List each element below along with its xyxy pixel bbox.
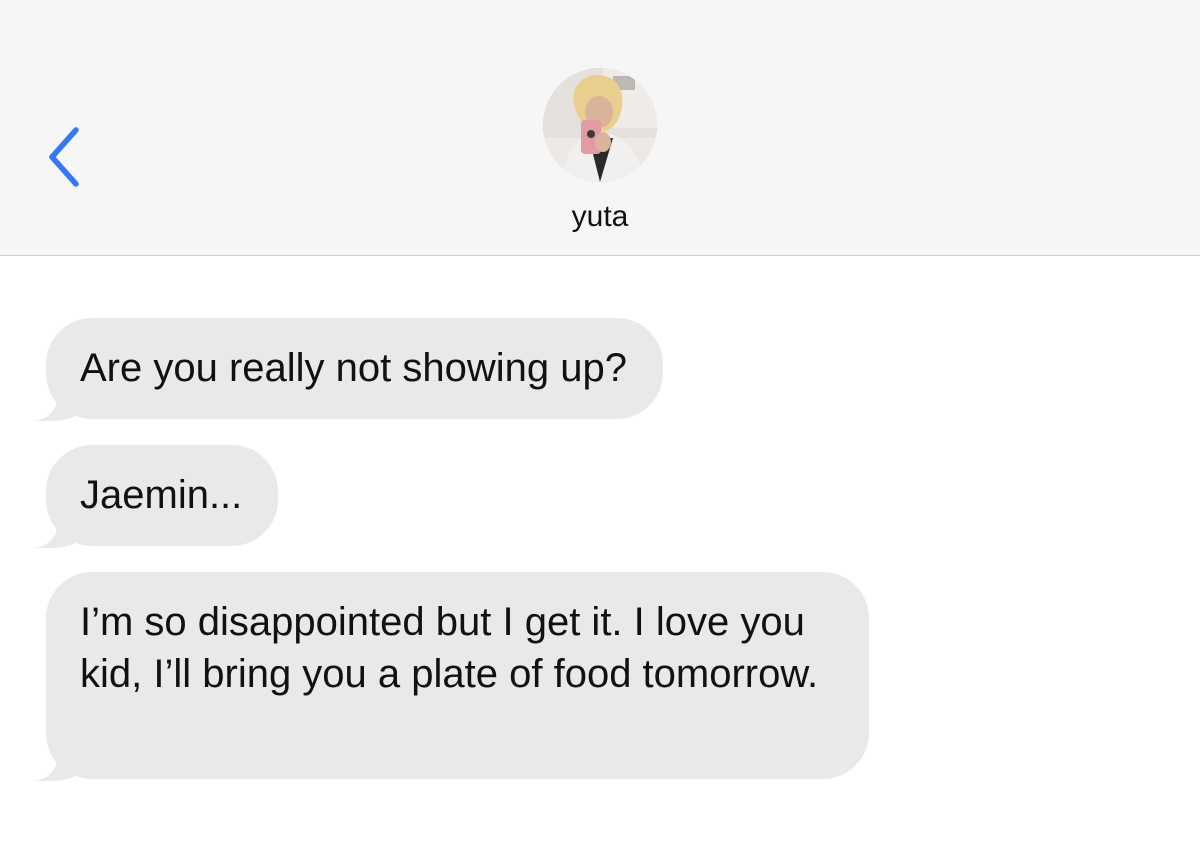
incoming-message-bubble[interactable]: Jaemin... <box>34 445 279 548</box>
incoming-message-bubble[interactable]: Are you really not showing up? <box>34 318 663 421</box>
message-text: I’m so disappointed but I get it. I love… <box>80 600 819 696</box>
message-text: Are you really not showing up? <box>80 346 627 390</box>
avatar-photo <box>543 68 657 182</box>
bubble-tail <box>34 387 74 421</box>
incoming-message-bubble[interactable]: I’m so disappointed but I get it. I love… <box>34 572 869 781</box>
contact-name[interactable]: yuta <box>0 200 1200 234</box>
avatar[interactable] <box>543 68 657 182</box>
back-button[interactable] <box>40 122 90 192</box>
message-text: Jaemin... <box>80 473 243 517</box>
chevron-left-icon <box>49 127 79 187</box>
conversation-header: yuta <box>0 0 1200 256</box>
message-list: Are you really not showing up? Jaemin...… <box>0 256 1200 856</box>
bubble-tail <box>34 514 74 548</box>
bubble-tail <box>34 747 74 781</box>
